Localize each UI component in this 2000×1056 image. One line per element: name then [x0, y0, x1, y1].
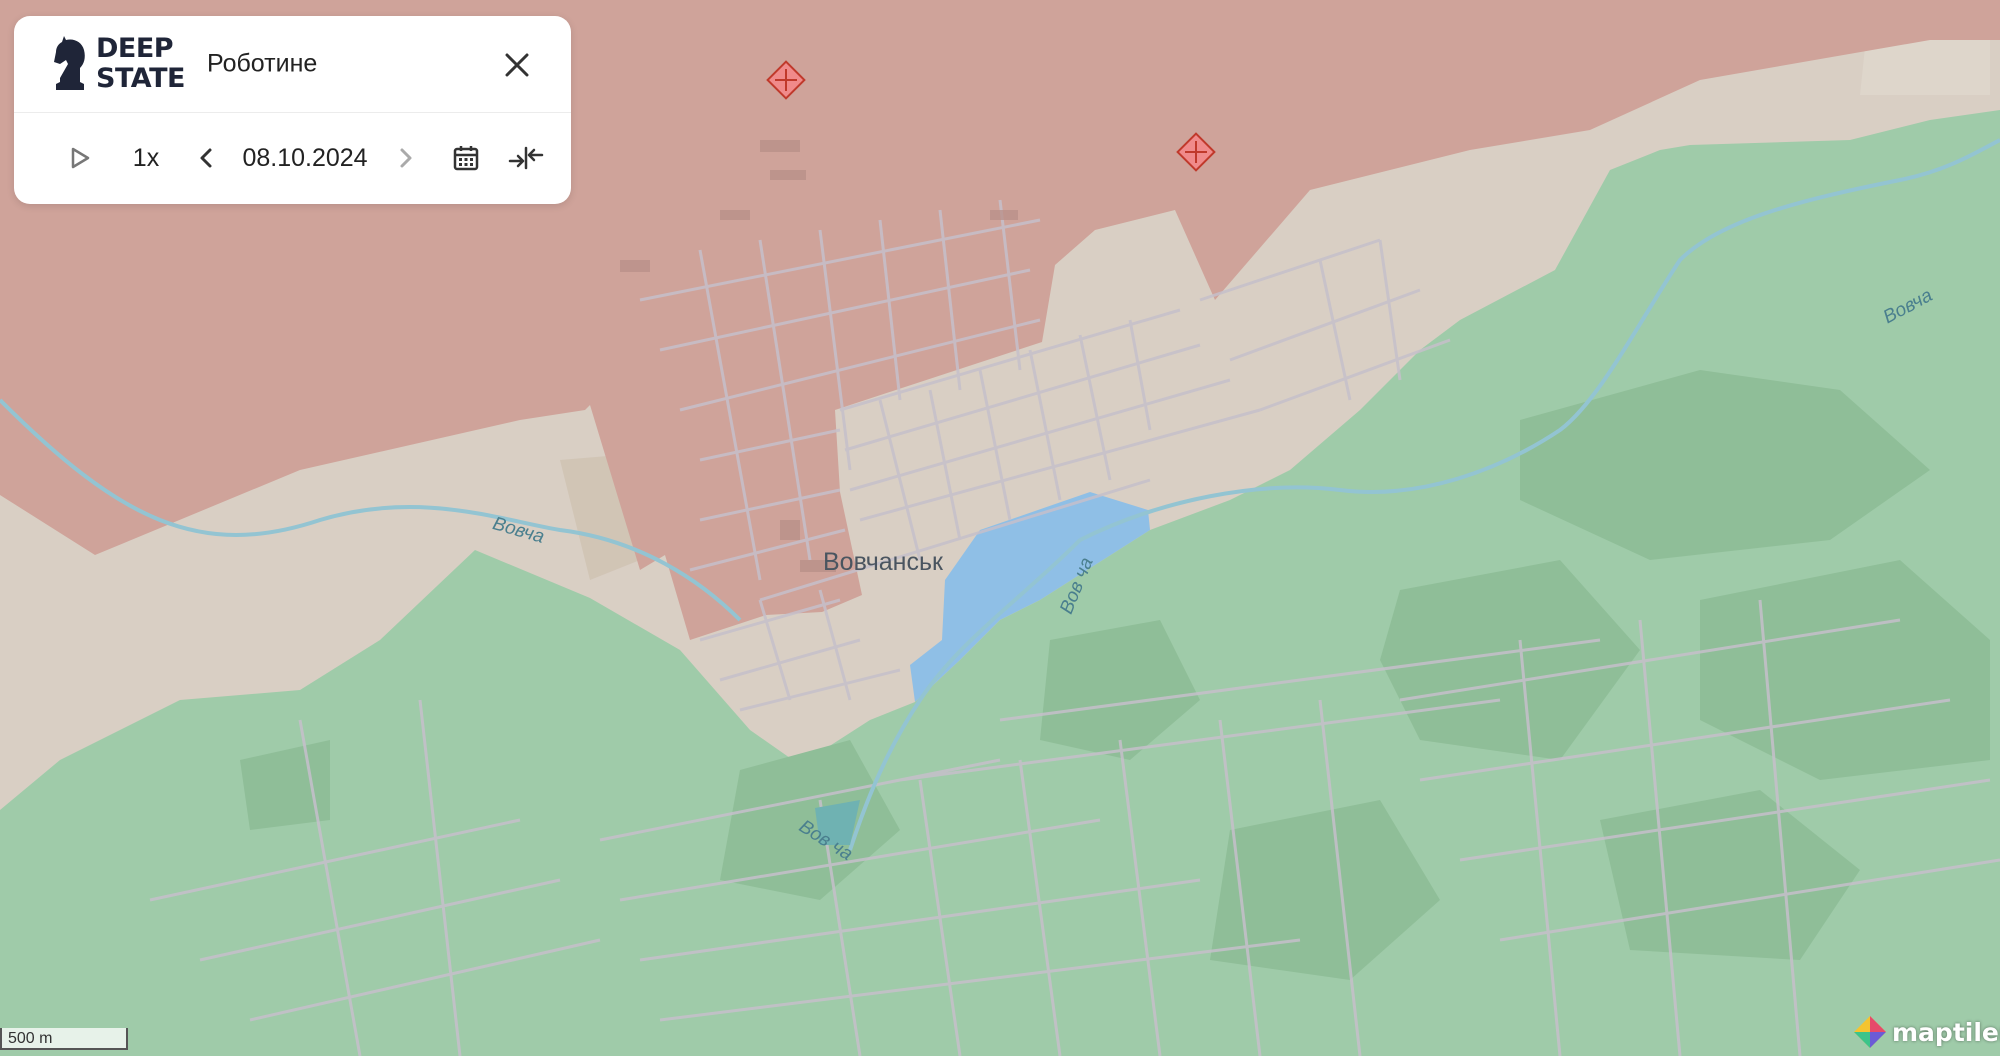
- maptiler-attribution[interactable]: maptiler: [1852, 1014, 2000, 1050]
- chevron-left-icon: [200, 148, 212, 168]
- date-display[interactable]: 08.10.2024: [230, 112, 380, 204]
- close-button[interactable]: [502, 50, 532, 80]
- logo-line-2: STATE: [96, 63, 185, 94]
- panel-header: DEEP STATE Роботине: [14, 16, 571, 113]
- next-date-button[interactable]: [386, 112, 426, 204]
- speed-button[interactable]: 1x: [118, 112, 174, 204]
- play-button[interactable]: [60, 112, 100, 204]
- calendar-icon: [453, 146, 479, 171]
- maptiler-logo-icon: [1854, 1016, 1886, 1048]
- logo-wordmark: DEEP STATE: [96, 34, 185, 94]
- collapse-button[interactable]: [502, 112, 550, 204]
- scale-bar: 500 m: [0, 1028, 128, 1050]
- close-icon: [505, 53, 529, 77]
- attribution-text: maptiler: [1892, 1017, 2000, 1047]
- prev-date-button[interactable]: [186, 112, 226, 204]
- city-label: Вовчанськ: [823, 548, 943, 576]
- chevron-right-icon: [400, 148, 412, 168]
- timeline-controls: 1x 08.10.2024: [14, 112, 571, 204]
- region-name: Роботине: [207, 49, 318, 78]
- play-icon: [71, 147, 90, 169]
- control-panel: DEEP STATE Роботине 1x 08.10.2024: [14, 16, 571, 204]
- deepstate-logo[interactable]: DEEP STATE: [50, 34, 200, 94]
- logo-line-1: DEEP: [96, 33, 174, 64]
- knight-chess-icon: [54, 36, 85, 90]
- collapse-arrows-icon: [508, 146, 544, 170]
- calendar-button[interactable]: [442, 112, 490, 204]
